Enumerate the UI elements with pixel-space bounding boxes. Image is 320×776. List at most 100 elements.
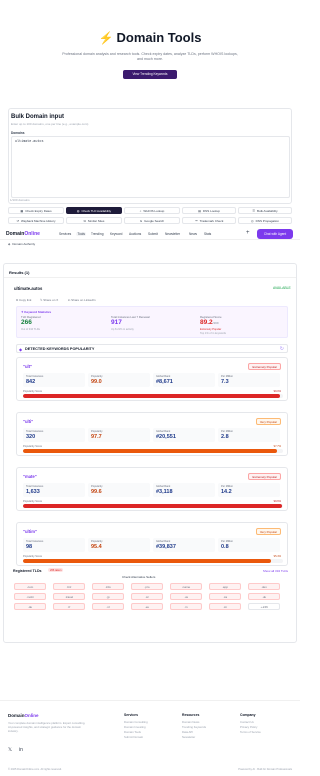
plus-icon[interactable]: +: [246, 230, 250, 236]
chat-with-agent-button[interactable]: Chat with Agent: [257, 229, 293, 239]
bulk-availability-button[interactable]: ☰ Bulk Availability: [238, 207, 292, 214]
tld-chip[interactable]: .biz: [53, 583, 85, 590]
footer-logo[interactable]: DomainOnline: [8, 713, 39, 718]
history-icon: ↺: [16, 219, 19, 223]
score-value: 95.4%: [273, 555, 281, 558]
whois-button[interactable]: ⌕ WHOIS Lookup: [124, 207, 180, 214]
google-search-button[interactable]: G Google Search: [124, 217, 180, 224]
footer-link[interactable]: Domain Tools: [124, 730, 141, 734]
dns-lookup-button[interactable]: ▤ DNS Lookup: [182, 207, 236, 214]
more-tlds-button[interactable]: .+246: [248, 603, 280, 610]
tld-chip[interactable]: .ca: [209, 593, 241, 600]
tld-chip[interactable]: .in: [170, 603, 202, 610]
hero-section: ⚡ Domain Tools Professional domain analys…: [0, 0, 300, 104]
check-alternative-sellers-button[interactable]: Check Alternative Sellers: [122, 575, 155, 579]
view-trending-button[interactable]: View Trending Keywords: [123, 70, 177, 79]
keyword-term: "ult": [23, 364, 33, 369]
footer-link[interactable]: Domain News: [182, 720, 199, 724]
keyword-term: "mate": [23, 474, 37, 479]
tld-chip[interactable]: .mobi: [14, 593, 46, 600]
footer-link[interactable]: Terms of Service: [240, 730, 261, 734]
tld-chip[interactable]: .travel: [53, 593, 85, 600]
dns-propagation-button[interactable]: ◎ DNS Propagation: [238, 217, 292, 224]
footer-services-title: Services: [124, 713, 138, 717]
stat-popularity: Popularity 99.6: [88, 483, 150, 497]
page-title: ⚡ Domain Tools: [98, 30, 202, 45]
x-icon[interactable]: 𝕏: [8, 747, 12, 753]
footer-link[interactable]: Contact Us: [240, 720, 254, 724]
tld-chip[interactable]: .cn: [209, 603, 241, 610]
check-expiry-button[interactable]: ▦ Check Expiry Dates: [8, 207, 64, 214]
nav-newsletter[interactable]: Newsletter: [165, 232, 180, 236]
powered-by: Powered by AI · Built for Domain Profess…: [238, 768, 292, 771]
wayback-button[interactable]: ↺ Wayback Machine History: [8, 217, 64, 224]
domain-authority-button[interactable]: ◈ Domain Authority: [8, 241, 64, 248]
check-tld-button[interactable]: ◍ Check TLD Availability: [66, 207, 122, 214]
tld-chip[interactable]: .de: [14, 603, 46, 610]
footer-link[interactable]: Submit Domain: [124, 735, 143, 739]
footer-link[interactable]: Domain Investing: [124, 725, 146, 729]
tld-chip[interactable]: .cc: [131, 593, 163, 600]
lightning-icon: ⚡: [98, 31, 114, 45]
popularity-bar: [23, 559, 283, 563]
footer-link[interactable]: Privacy Policy: [240, 725, 257, 729]
popularity-badge: Extremely Popular: [248, 363, 281, 370]
hero-description: Professional domain analysis and researc…: [62, 52, 238, 61]
share-x-button[interactable]: 𝕏 Share on X: [40, 298, 58, 302]
nav-stats[interactable]: Stats: [204, 232, 211, 236]
tld-chip[interactable]: .eu: [131, 603, 163, 610]
tld-chip[interactable]: .pro: [131, 583, 163, 590]
refresh-icon[interactable]: ↻: [280, 346, 284, 352]
share-linkedin-button[interactable]: in Share on LinkedIn: [68, 298, 96, 302]
tlds-registered-sub: Out of 334 TLDs: [21, 328, 40, 331]
calendar-icon: ▦: [20, 209, 24, 213]
linkedin-icon[interactable]: in: [19, 747, 23, 753]
status-badge: AVAILABLE: [273, 286, 291, 290]
show-all-tlds-link[interactable]: Show all 334 TLDs: [263, 569, 288, 573]
domains-textarea[interactable]: ultimate.autos: [11, 136, 290, 198]
footer-link[interactable]: Domain Consulting: [124, 720, 148, 724]
nav-services[interactable]: Services: [59, 232, 71, 236]
nav-trending[interactable]: Trending: [91, 232, 103, 236]
score-label: Popularity Score: [23, 500, 43, 503]
nav-submit[interactable]: Submit: [148, 232, 158, 236]
similar-sites-button[interactable]: ⧉ Similar Sites: [66, 217, 122, 224]
tld-chip[interactable]: .com: [14, 583, 46, 590]
tld-chip[interactable]: .uk: [248, 593, 280, 600]
total-instances-sub: Up 8.21% in activity: [111, 328, 134, 331]
tld-chip[interactable]: .info: [92, 583, 124, 590]
nav-news[interactable]: News: [189, 232, 197, 236]
domain-count: 1/100 domains: [10, 198, 30, 202]
popularity-bar-fill: [23, 449, 278, 453]
tlds-registered-value: 266: [21, 319, 32, 326]
nav-auctions[interactable]: Auctions: [129, 232, 141, 236]
trademark-icon: ™: [194, 219, 198, 223]
footer-link[interactable]: Trending Keywords: [182, 725, 206, 729]
footer-link[interactable]: Data API: [182, 730, 193, 734]
trademark-button[interactable]: ™ Trademark Check: [182, 217, 236, 224]
results-card: Results (1) ultimate.autos AVAILABLE ⧉ C…: [3, 263, 297, 643]
stat-instances: Total Instances 1,633: [23, 483, 85, 497]
stat-instances: Total Instances 320: [23, 428, 85, 442]
detected-keywords-header: ◆ DETECTED KEYWORDS POPULARITY ↻: [16, 344, 288, 353]
tld-chip[interactable]: .us: [170, 593, 202, 600]
popularity-bar: [23, 449, 283, 453]
score-label: Popularity Score: [23, 390, 43, 393]
bulk-input-card: Bulk Domain input Enter up to 100 domain…: [8, 108, 292, 204]
site-logo[interactable]: DomainOnline: [6, 231, 40, 237]
tld-chip[interactable]: .fr: [53, 603, 85, 610]
popularity-bar-fill: [23, 394, 281, 398]
copy-link-button[interactable]: ⧉ Copy link: [16, 298, 31, 302]
stat-rank: Global Rank #20,551: [153, 428, 215, 442]
tld-chip[interactable]: .jp: [92, 593, 124, 600]
list-icon: ☰: [252, 209, 256, 213]
tld-chip[interactable]: .name: [170, 583, 202, 590]
popularity-badge: Very Popular: [255, 528, 281, 535]
nav-tools[interactable]: Tools: [76, 232, 87, 236]
nav-keyword[interactable]: Keyword: [110, 232, 122, 236]
tld-chip[interactable]: .app: [209, 583, 241, 590]
stat-per-million: Per Million 0.8: [218, 538, 280, 552]
tld-chip[interactable]: .dev: [248, 583, 280, 590]
footer-link[interactable]: Newsletter: [182, 735, 195, 739]
tld-chip[interactable]: .nl: [92, 603, 124, 610]
